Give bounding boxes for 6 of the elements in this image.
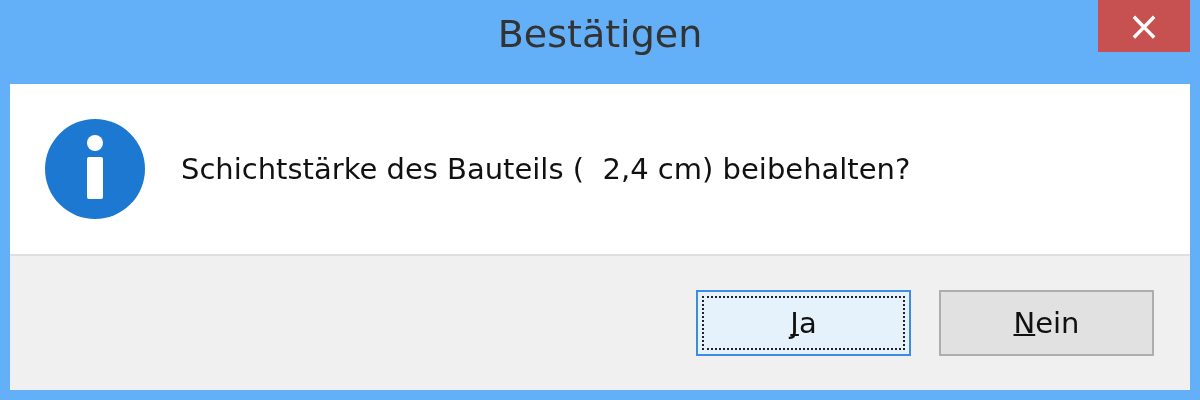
yes-button[interactable]: Ja	[696, 290, 911, 356]
message-text: Schichtstärke des Bauteils ( 2,4 cm) beibehalten?	[181, 152, 911, 186]
no-button[interactable]: Nein	[939, 290, 1154, 356]
close-button[interactable]: ×	[1098, 0, 1190, 52]
window-title: Bestätigen	[497, 12, 703, 56]
info-icon	[45, 119, 145, 219]
